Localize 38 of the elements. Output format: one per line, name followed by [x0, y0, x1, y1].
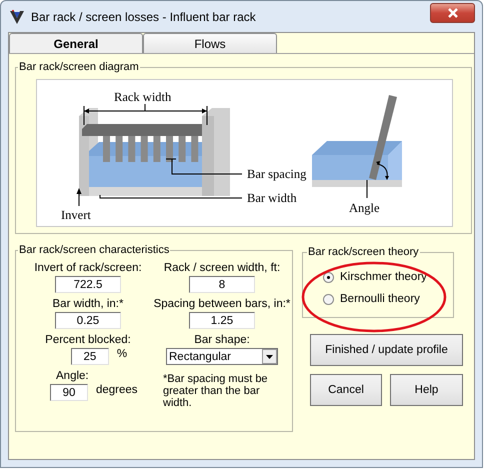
note-text: *Bar spacing must be greater than the bar width.	[163, 373, 269, 409]
caret-icon	[266, 354, 273, 358]
diagram-label: Angle	[349, 201, 380, 215]
close-button[interactable]	[430, 2, 475, 22]
diagram-label: Rack width	[114, 90, 172, 104]
shape-dropdown[interactable]: Rectangular	[166, 348, 278, 365]
field-label: Spacing between bars, in:*	[154, 298, 290, 310]
field-label: Angle:	[56, 370, 89, 382]
input-field[interactable]: 722.5	[55, 276, 121, 293]
input-field[interactable]: 0.25	[55, 312, 121, 329]
radio-option[interactable]: Kirschmer theory	[313, 266, 443, 288]
close-icon	[446, 8, 458, 18]
field-label: Invert of rack/screen:	[34, 262, 142, 274]
dialog-button[interactable]: Finished / update profile	[310, 334, 463, 366]
diagram-label: Bar width	[247, 191, 297, 205]
radio-option[interactable]: Bernoulli theory	[313, 288, 443, 310]
input-field[interactable]: 90	[50, 384, 88, 401]
field-label: Bar width, in:*	[52, 298, 124, 310]
diagram-label: Invert	[61, 208, 91, 222]
app-logo-icon	[9, 8, 25, 24]
tab[interactable]: Flows	[143, 33, 277, 53]
input-field[interactable]: 1.25	[189, 312, 255, 329]
unit-label: degrees	[96, 384, 138, 396]
tab[interactable]: General	[9, 33, 143, 53]
group-title: Bar rack/screen characteristics	[18, 244, 170, 256]
input-field[interactable]: 25	[70, 348, 109, 365]
arrow	[76, 188, 82, 206]
field-label: Rack / screen width, ft:	[164, 262, 280, 274]
field-label: Bar shape:	[194, 334, 250, 346]
unit-label: %	[116, 348, 128, 360]
dialog-button[interactable]: Cancel	[310, 374, 382, 406]
field-label: Percent blocked:	[45, 334, 131, 346]
group-title: Bar rack/screen diagram	[18, 61, 140, 73]
window-title: Bar rack / screen losses - Influent bar rack	[31, 10, 257, 24]
input-field[interactable]: 8	[189, 276, 255, 293]
diagram-label: Bar spacing	[247, 167, 306, 181]
group-title: Bar rack/screen theory	[307, 246, 420, 258]
dialog-button[interactable]: Help	[390, 374, 463, 406]
